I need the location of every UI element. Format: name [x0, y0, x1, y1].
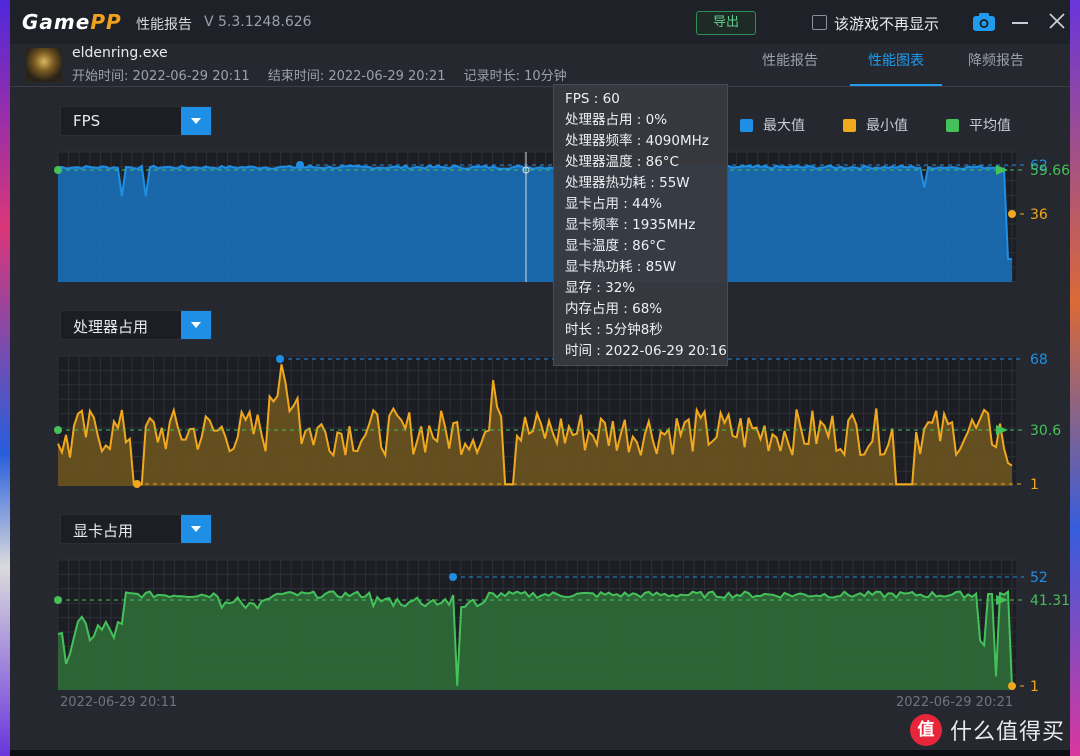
chevron-down-icon[interactable]: [181, 107, 211, 135]
selector-label: 处理器占用: [73, 318, 149, 336]
min-value-label: 1: [1030, 679, 1039, 695]
legend-min-swatch: [843, 118, 856, 132]
min-marker: [133, 480, 141, 488]
tooltip-line: 显卡频率 : 1935MHz: [565, 217, 696, 233]
tooltip-line: 时长 : 5分钟8秒: [565, 322, 663, 338]
tooltip-line: 处理器热功耗 : 55W: [565, 175, 690, 191]
fps-metric-selector[interactable]: FPS: [60, 106, 212, 136]
max-marker: [449, 573, 457, 581]
max-marker: [296, 161, 304, 169]
avg-value-label: 59.66: [1030, 163, 1070, 179]
tooltip-line: 处理器温度 : 86°C: [565, 154, 679, 170]
avg-marker: [54, 166, 62, 174]
tooltip-line: 显存 : 32%: [565, 280, 636, 296]
tooltip-line: 时间 : 2022-06-29 20:16: [565, 343, 727, 359]
series-area: [58, 165, 1012, 282]
legend-max: 最大值: [740, 115, 805, 135]
selector-label: 显卡占用: [73, 522, 134, 540]
chevron-down-icon[interactable]: [181, 311, 211, 339]
avg-value-label: 41.31: [1030, 593, 1070, 609]
min-value-label: 1: [1030, 477, 1039, 493]
series-area: [58, 591, 1012, 690]
legend-avg-swatch: [946, 118, 959, 132]
legend-avg-label: 平均值: [969, 118, 1011, 134]
decorative-edge-right: [1070, 0, 1080, 756]
gpu-metric-selector[interactable]: 显卡占用: [60, 514, 212, 544]
x-axis-start-label: 2022-06-29 20:11: [60, 695, 178, 710]
tooltip-line: 内存占用 : 68%: [565, 301, 663, 317]
cpu-metric-selector[interactable]: 处理器占用: [60, 310, 212, 340]
x-axis-end-label: 2022-06-29 20:21: [896, 695, 1014, 710]
legend-max-swatch: [740, 118, 753, 132]
legend-min: 最小值: [843, 115, 908, 135]
selector-label: FPS: [73, 112, 101, 130]
legend-max-label: 最大值: [763, 118, 805, 134]
max-value-label: 68: [1030, 352, 1048, 368]
tooltip-line: 处理器占用 : 0%: [565, 112, 668, 128]
watermark-badge: 值: [910, 714, 942, 746]
legend-min-label: 最小值: [866, 118, 908, 134]
tooltip-line: 显卡温度 : 86°C: [565, 238, 666, 254]
avg-marker: [54, 426, 62, 434]
chevron-down-icon[interactable]: [181, 515, 211, 543]
performance-report-window: GamePP 性能报告 V 5.3.1248.626 导出 该游戏不再显示 el…: [10, 0, 1070, 750]
max-marker: [276, 355, 284, 363]
watermark: 值 什么值得买: [910, 714, 1065, 746]
tooltip-line: 显卡占用 : 44%: [565, 196, 663, 212]
watermark-text: 什么值得买: [950, 720, 1066, 745]
min-marker: [1008, 682, 1016, 690]
tooltip-line: FPS : 60: [565, 91, 620, 107]
tooltip-line: 显卡热功耗 : 85W: [565, 259, 677, 275]
data-tooltip: FPS : 60 处理器占用 : 0% 处理器频率 : 4090MHz 处理器温度 :…: [553, 84, 728, 366]
legend-avg: 平均值: [946, 115, 1011, 135]
min-value-label: 36: [1030, 207, 1048, 223]
avg-value-label: 30.6: [1030, 423, 1061, 439]
avg-marker: [54, 596, 62, 604]
min-marker: [1008, 210, 1016, 218]
tooltip-line: 处理器频率 : 4090MHz: [565, 133, 709, 149]
decorative-edge-left: [0, 0, 10, 756]
max-value-label: 52: [1030, 570, 1048, 586]
